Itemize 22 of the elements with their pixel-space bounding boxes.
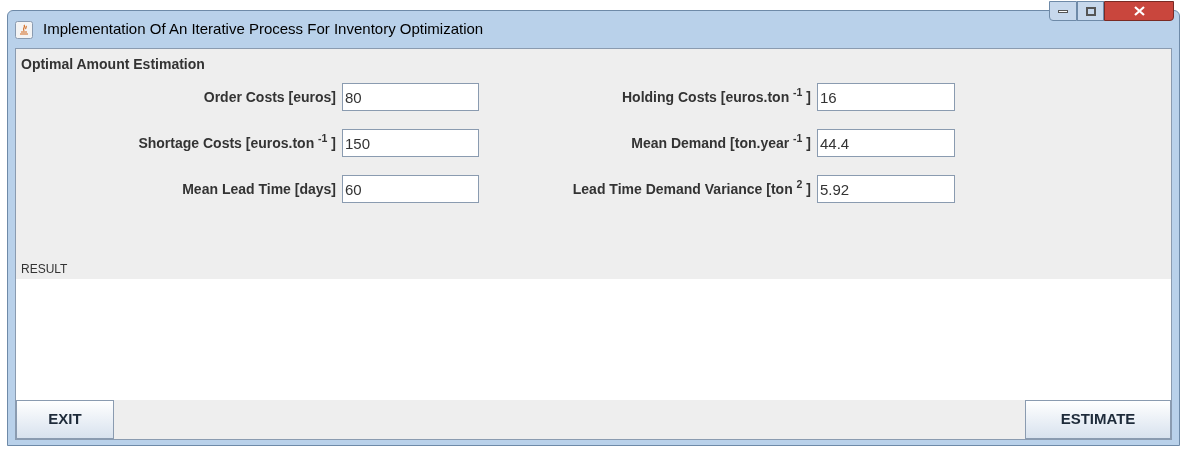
close-button[interactable] — [1104, 1, 1174, 21]
field-label: Mean Demand [ton.year $^{-1}$ ] — [630, 132, 811, 153]
action-button[interactable]: ESTIMATE — [1025, 400, 1171, 439]
window-title: Implementation Of An Iterative Process For Inventory Optimization — [43, 19, 484, 40]
maximize-button[interactable] — [1077, 1, 1104, 21]
field-label: Order Costs [euros] — [202, 87, 336, 107]
input-field[interactable]: 80 — [342, 83, 479, 111]
field-label: Holding Costs [euros.ton $^{-1}$ ] — [621, 86, 811, 107]
input-field[interactable]: 5.92 — [817, 175, 955, 203]
field-label: Mean Lead Time [days] — [181, 179, 336, 199]
minimize-button[interactable] — [1049, 1, 1077, 21]
field-label: Lead Time Demand Variance [ton $^{2}$ ] — [571, 178, 811, 199]
input-field[interactable]: 16 — [817, 83, 955, 111]
input-field[interactable]: 60 — [342, 175, 479, 203]
close-icon — [1133, 6, 1145, 16]
action-button[interactable]: EXIT — [16, 400, 114, 439]
result-label: RESULT — [20, 261, 69, 278]
section-title: Optimal Amount Estimation — [20, 55, 206, 74]
field-label: Shortage Costs [euros.ton $^{-1}$ ] — [137, 132, 336, 153]
input-field[interactable]: 150 — [342, 129, 479, 157]
input-field[interactable]: 44.4 — [817, 129, 955, 157]
app-icon — [15, 20, 33, 39]
